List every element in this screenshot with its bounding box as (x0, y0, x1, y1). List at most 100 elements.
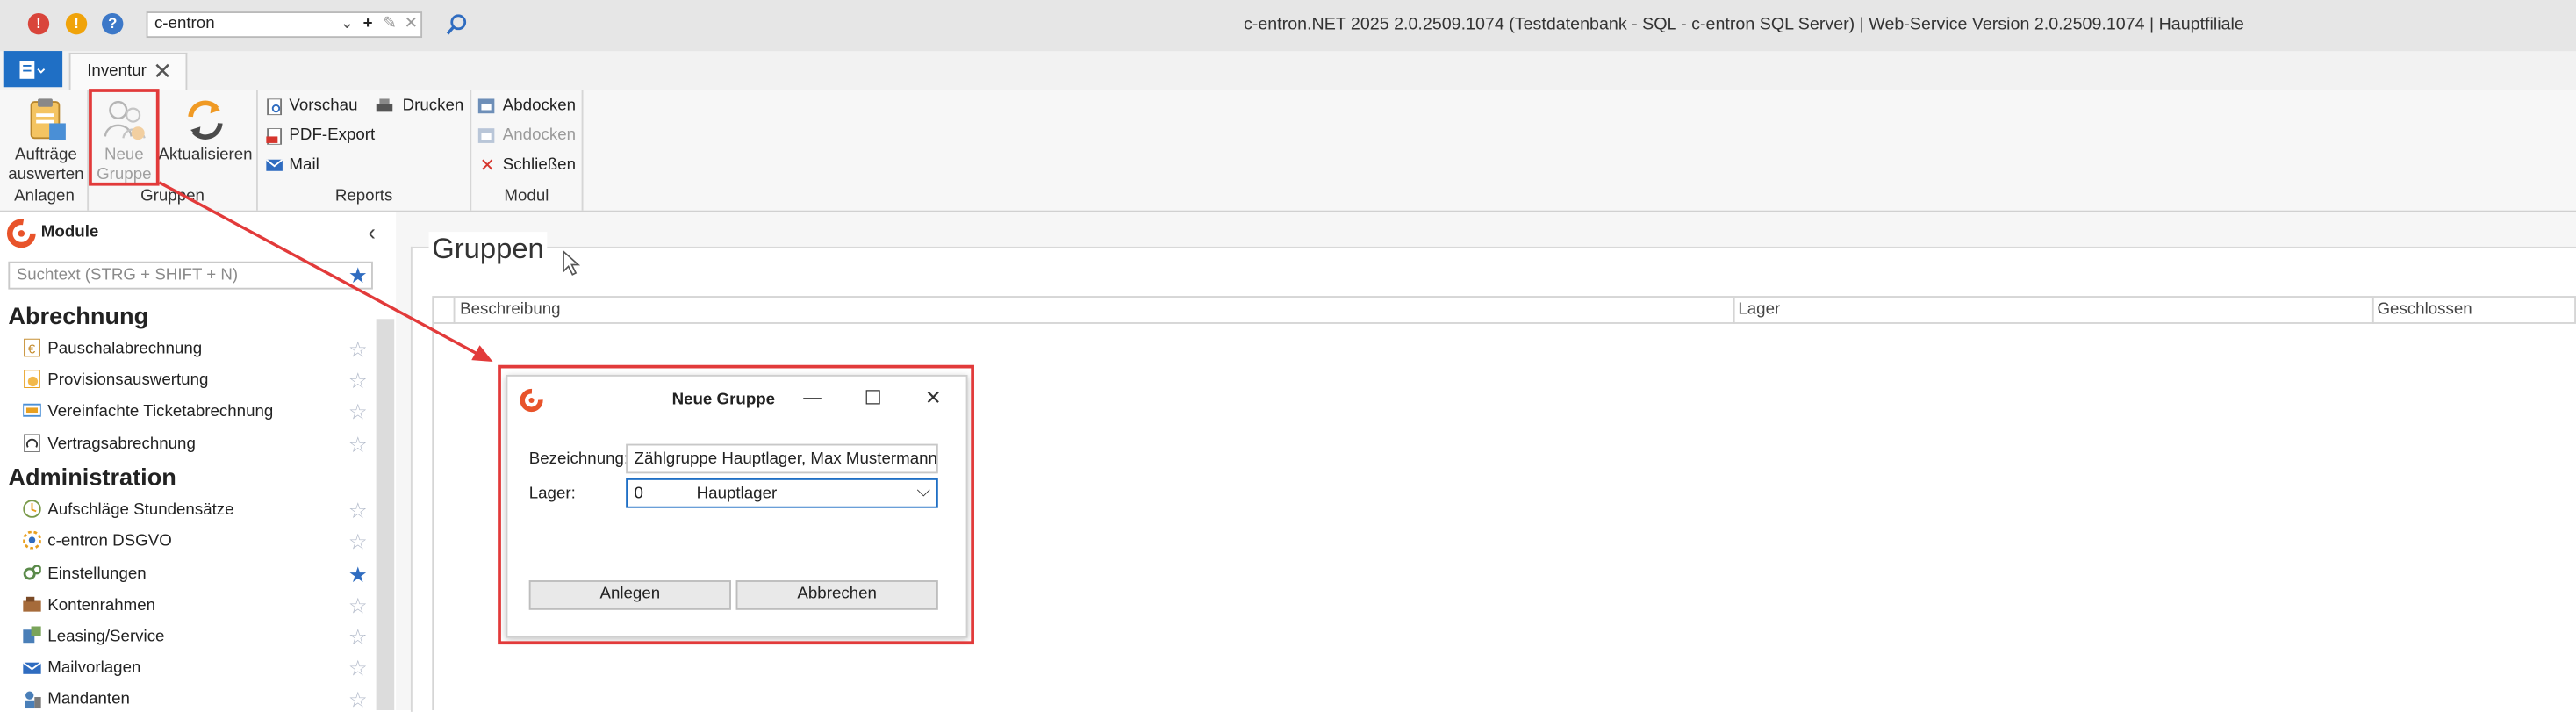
notification-icon[interactable]: ! (27, 12, 50, 35)
ribbon-separator (581, 90, 584, 211)
module-item-vertragsabrechnung[interactable]: Vertragsabrechnung (47, 435, 196, 454)
contract-billing-icon (24, 434, 40, 452)
ticket-billing-icon (23, 403, 41, 417)
dsgvo-icon (23, 530, 41, 550)
vorschau-button[interactable]: Vorschau (266, 97, 368, 119)
module-item-vereinfachte-ticketabrechnung[interactable]: Vereinfachte Ticketabrechnung (47, 403, 273, 421)
clients-icon (25, 691, 41, 709)
printer-icon (376, 98, 393, 112)
database-combo-value: c-entron (154, 14, 215, 33)
add-icon[interactable]: + (363, 15, 373, 33)
module-item-mailvorlagen[interactable]: Mailvorlagen (47, 659, 140, 678)
collapse-pane-icon[interactable]: ‹ (368, 219, 376, 245)
grid-column-separator (453, 297, 456, 324)
app-menu-button[interactable] (3, 51, 63, 88)
module-item-leasing-service[interactable]: Leasing/Service (47, 628, 164, 646)
vorschau-label: Vorschau (289, 97, 358, 116)
module-pane-scrollbar[interactable] (376, 319, 395, 711)
favorite-star-icon[interactable]: ☆ (348, 339, 368, 360)
dialog-highlight-frame (498, 364, 974, 645)
abdocken-label: Abdocken (502, 97, 577, 116)
close-tab-icon[interactable]: ✕ (153, 58, 172, 86)
module-item-einstellungen[interactable]: Einstellungen (47, 565, 146, 584)
surcharge-icon (23, 500, 41, 518)
module-item-centron-dsgvo[interactable]: c-entron DSGVO (47, 533, 171, 551)
column-header-lager[interactable]: Lager (1738, 301, 1780, 320)
auftraege-auswerten-button[interactable]: Aufträge auswerten (6, 94, 85, 186)
schliessen-button[interactable]: ✕ Schließen (478, 156, 577, 179)
auftraege-auswerten-label-2: auswerten (8, 166, 84, 184)
favorite-star-icon[interactable]: ☆ (348, 658, 368, 679)
favorite-star-filled-icon[interactable]: ★ (348, 564, 368, 585)
ribbon-group-anlagen: Anlagen (14, 187, 75, 206)
undock-icon (477, 98, 495, 114)
module-search-input[interactable]: Suchtext (STRG + SHIFT + N) (8, 261, 373, 290)
grid-column-separator (1733, 297, 1735, 324)
module-pane-header: Module ‹ (0, 212, 394, 255)
favorite-star-icon[interactable]: ☆ (348, 595, 368, 616)
mail-template-icon (23, 661, 41, 674)
help-icon[interactable]: ? (102, 12, 124, 35)
favorite-star-icon[interactable]: ☆ (348, 626, 368, 647)
favorite-star-icon[interactable]: ☆ (348, 500, 368, 521)
database-combo[interactable]: c-entron ⌄ + ✎ ✕ (146, 11, 423, 39)
chevron-down-icon[interactable]: ⌄ (340, 15, 354, 33)
grid-column-separator (2371, 297, 2374, 324)
flat-rate-billing-icon: € (24, 338, 40, 357)
module-item-kontenrahmen[interactable]: Kontenrahmen (47, 597, 155, 615)
module-item-aufschlaege-stundensaetze[interactable]: Aufschläge Stundensätze (47, 501, 233, 520)
andocken-label: Andocken (502, 126, 577, 145)
preview-icon (267, 98, 283, 116)
pdf-export-label: PDF-Export (289, 126, 376, 145)
refresh-icon (188, 100, 223, 140)
favorite-star-icon[interactable]: ☆ (348, 531, 368, 552)
module-search-placeholder: Suchtext (STRG + SHIFT + N) (16, 266, 239, 284)
drucken-button[interactable]: Drucken (376, 97, 467, 119)
grid-header-row (432, 296, 2576, 324)
aktualisieren-button[interactable]: Aktualisieren (158, 94, 254, 186)
mail-button[interactable]: Mail (266, 156, 332, 179)
drucken-label: Drucken (402, 97, 464, 116)
favorite-star-icon[interactable]: ☆ (348, 434, 368, 455)
panel-title: Gruppen (428, 232, 548, 267)
module-item-pauschalabrechnung[interactable]: Pauschalabrechnung (47, 341, 202, 359)
search-icon[interactable] (445, 13, 468, 36)
andocken-button[interactable]: Andocken (477, 126, 577, 149)
tab-strip (0, 51, 2576, 90)
leasing-icon (23, 626, 41, 644)
grid-left-border (432, 323, 434, 711)
favorite-star-icon[interactable]: ☆ (348, 401, 368, 422)
schliessen-label: Schließen (502, 155, 577, 175)
edit-icon[interactable]: ✎ (383, 15, 397, 33)
section-abrechnung: Abrechnung (8, 304, 149, 331)
settings-gear-icon (23, 565, 41, 580)
pdf-export-button[interactable]: PDF-Export (266, 126, 381, 149)
tab-inventur[interactable]: Inventur ✕ (68, 52, 188, 90)
favorite-star-icon[interactable]: ☆ (348, 370, 368, 391)
mail-label: Mail (289, 155, 319, 175)
svg-text:€: € (28, 342, 36, 357)
abdocken-button[interactable]: Abdocken (477, 97, 577, 119)
module-item-mandanten[interactable]: Mandanten (47, 691, 130, 709)
close-icon: ✕ (479, 155, 495, 176)
clear-icon[interactable]: ✕ (404, 15, 418, 33)
ribbon-group-gruppen: Gruppen (140, 187, 205, 206)
module-pane-title: Module (40, 223, 99, 242)
title-bar: ! ! ? c-entron ⌄ + ✎ ✕ c-entron.NET 2025… (0, 0, 2576, 53)
menu-icon (19, 61, 46, 79)
column-header-geschlossen[interactable]: Geschlossen (2377, 301, 2472, 320)
window-title: c-entron.NET 2025 2.0.2509.1074 (Testdat… (1243, 14, 2244, 35)
app-window: ! ! ? c-entron ⌄ + ✎ ✕ c-entron.NET 2025… (0, 0, 2576, 712)
neue-gruppe-highlight-frame (89, 89, 160, 186)
tab-inventur-label: Inventur (87, 62, 147, 81)
favorite-star-icon[interactable]: ☆ (348, 689, 368, 710)
mail-icon (266, 159, 283, 171)
ribbon-group-reports: Reports (334, 187, 393, 206)
module-item-provisionsauswertung[interactable]: Provisionsauswertung (47, 371, 208, 390)
warning-icon[interactable]: ! (65, 12, 88, 35)
section-administration: Administration (8, 464, 176, 492)
column-header-beschreibung[interactable]: Beschreibung (460, 301, 560, 320)
mouse-cursor-icon (563, 249, 581, 276)
auftraege-auswerten-label-1: Aufträge (15, 146, 77, 165)
favorites-filter-icon[interactable]: ★ (348, 265, 368, 286)
